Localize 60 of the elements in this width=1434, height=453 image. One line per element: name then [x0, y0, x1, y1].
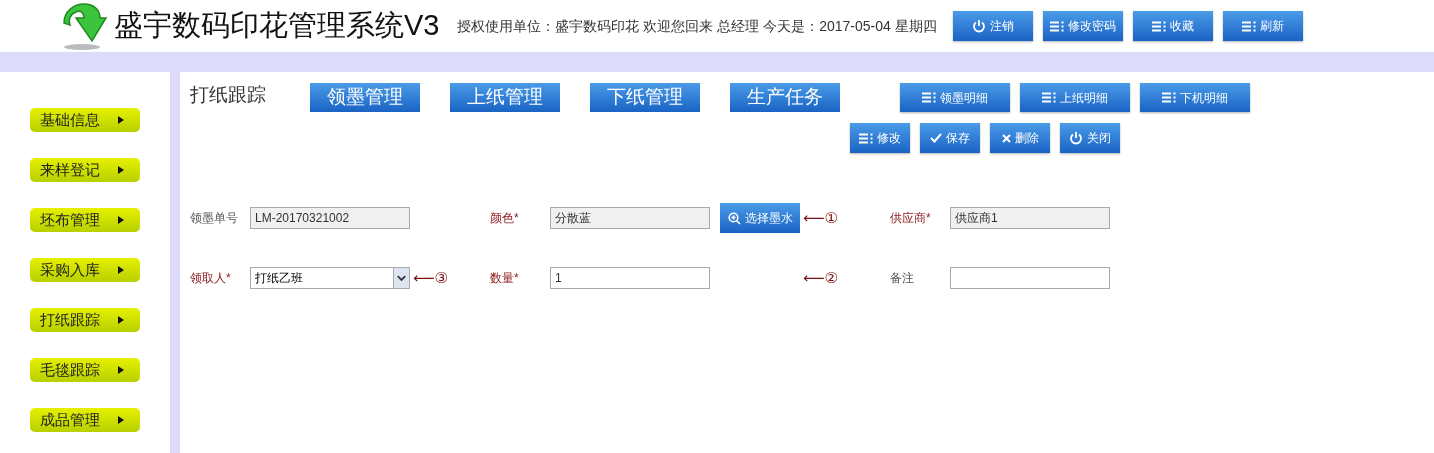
- list-icon: [922, 92, 936, 103]
- triangle-icon: [118, 416, 124, 424]
- field-label: 颜色*: [490, 210, 520, 227]
- select-ink-button[interactable]: 选择墨水: [720, 203, 800, 233]
- action-button[interactable]: 关闭: [1060, 123, 1120, 153]
- field-label: 领墨单号: [190, 210, 239, 227]
- check-icon: [930, 133, 942, 143]
- list-icon: [1049, 20, 1064, 32]
- triangle-icon: [118, 316, 124, 324]
- input-field[interactable]: LM-20170321002: [250, 207, 410, 229]
- module-tab[interactable]: 生产任务: [730, 83, 840, 112]
- annotation-marker: ⟵②: [803, 267, 838, 289]
- input-field[interactable]: 供应商1: [950, 207, 1110, 229]
- list-icon: [1151, 20, 1166, 32]
- sidebar-item[interactable]: 基础信息: [30, 108, 140, 132]
- user-info: 授权使用单位：盛宇数码印花 欢迎您回来 总经理 今天是：2017-05-04 星期四: [457, 16, 937, 36]
- close-icon: [1001, 133, 1011, 143]
- annotation-marker: ⟵①: [803, 207, 838, 229]
- annotation-marker: ⟵③: [413, 267, 448, 289]
- action-button[interactable]: 保存: [920, 123, 980, 153]
- header-button[interactable]: 收藏: [1132, 11, 1213, 41]
- detail-button[interactable]: 领墨明细: [900, 83, 1010, 112]
- list-icon: [1042, 92, 1056, 103]
- header-button[interactable]: 刷新: [1222, 11, 1303, 41]
- power-icon: [971, 19, 986, 33]
- sidebar-item[interactable]: 采购入库: [30, 258, 140, 282]
- detail-button[interactable]: 上纸明细: [1020, 83, 1130, 112]
- sidebar-item[interactable]: 毛毯跟踪: [30, 358, 140, 382]
- sidebar-item[interactable]: 打纸跟踪: [30, 308, 140, 332]
- detail-button[interactable]: 下机明细: [1140, 83, 1250, 112]
- field-label: 数量*: [490, 270, 520, 287]
- sidebar-item[interactable]: 坯布管理: [30, 208, 140, 232]
- list-icon: [859, 132, 873, 144]
- app-title: 盛宇数码印花管理系统V3: [114, 8, 440, 44]
- field-label: 领取人*: [190, 270, 232, 287]
- zoom-in-icon: [727, 211, 741, 225]
- select-field[interactable]: 打纸乙班: [250, 267, 410, 289]
- module-tab[interactable]: 领墨管理: [310, 83, 420, 112]
- action-button[interactable]: 修改: [850, 123, 910, 153]
- list-icon: [1241, 20, 1256, 32]
- header-button[interactable]: 修改密码: [1042, 11, 1123, 41]
- triangle-icon: [118, 266, 124, 274]
- sidebar-item[interactable]: 来样登记: [30, 158, 140, 182]
- list-icon: [1162, 92, 1176, 103]
- input-field[interactable]: 分散蓝: [550, 207, 710, 229]
- action-button[interactable]: 删除: [990, 123, 1050, 153]
- input-field[interactable]: [950, 267, 1110, 289]
- triangle-icon: [118, 216, 124, 224]
- triangle-icon: [118, 116, 124, 124]
- page-title: 打纸跟踪: [190, 83, 267, 108]
- header-button[interactable]: 注销: [952, 11, 1033, 41]
- field-label: 供应商*: [890, 210, 932, 227]
- input-field[interactable]: 1: [550, 267, 710, 289]
- module-tab[interactable]: 上纸管理: [450, 83, 560, 112]
- triangle-icon: [118, 166, 124, 174]
- sidebar-item[interactable]: 成品管理: [30, 408, 140, 432]
- power-icon: [1069, 131, 1083, 145]
- module-tab[interactable]: 下纸管理: [590, 83, 700, 112]
- triangle-icon: [118, 366, 124, 374]
- field-label: 备注: [890, 270, 915, 287]
